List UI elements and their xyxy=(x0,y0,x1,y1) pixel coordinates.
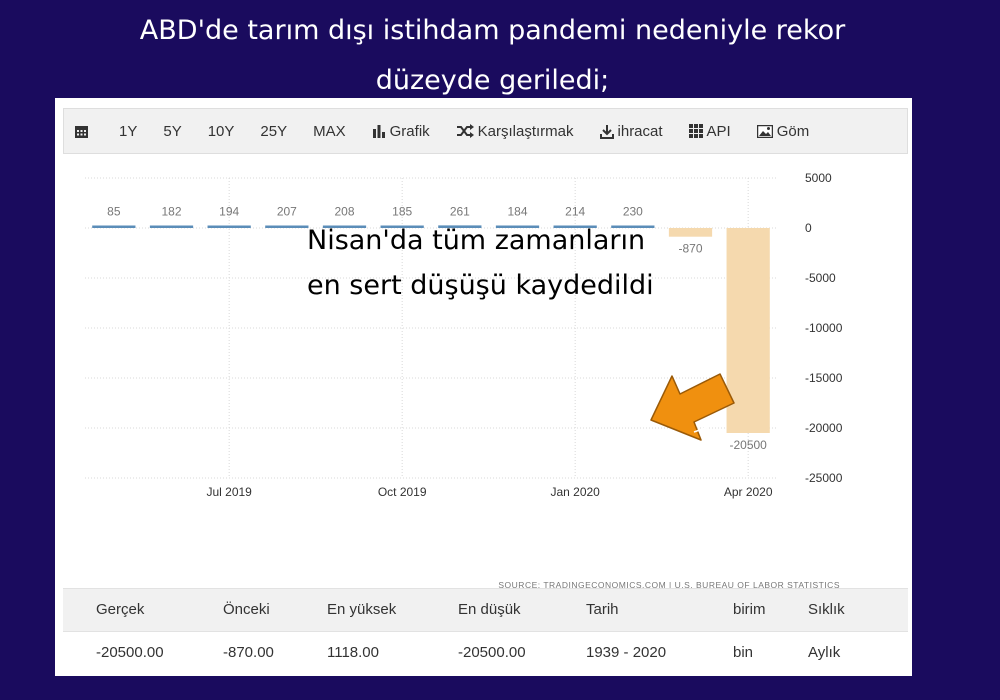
bar xyxy=(668,228,713,237)
image-icon xyxy=(756,124,773,138)
arrow-icon xyxy=(650,373,735,441)
bar xyxy=(265,225,309,228)
table-cell: -20500.00 xyxy=(96,644,164,661)
annotation-line-2: en sert düşüşü kaydedildi xyxy=(307,270,654,301)
table-cell: 1118.00 xyxy=(327,644,379,661)
range-1y-button[interactable]: 1Y xyxy=(119,123,137,140)
chart-toolbar: 1Y 5Y 10Y 25Y MAX Grafik Karşılaştırmak xyxy=(63,108,908,154)
data-label: 261 xyxy=(450,204,470,218)
data-label: 182 xyxy=(161,205,181,219)
data-label: -20500 xyxy=(729,438,767,452)
range-10y-button[interactable]: 10Y xyxy=(208,123,235,140)
table-cell: -870.00 xyxy=(223,644,274,661)
api-button[interactable]: API xyxy=(688,122,731,140)
y-tick-label: 0 xyxy=(805,221,812,235)
x-tick-label: Jul 2019 xyxy=(206,485,252,499)
y-tick-label: -15000 xyxy=(805,371,843,385)
table-row: -20500.00 -870.00 1118.00 -20500.00 1939 - 2… xyxy=(63,632,908,674)
table-cell: 1939 - 2020 xyxy=(586,644,667,661)
x-tick-label: Oct 2019 xyxy=(378,485,427,499)
stats-table: Gerçek Önceki En yüksek En düşük Tarih birim S… xyxy=(63,588,908,672)
download-icon xyxy=(599,124,614,139)
data-label: 207 xyxy=(277,205,297,219)
compare-button[interactable]: Karşılaştırmak xyxy=(456,123,574,140)
y-tick-label: -25000 xyxy=(805,471,843,485)
annotation-line-1: Nisan'da tüm zamanların xyxy=(307,225,646,256)
data-label: 184 xyxy=(507,205,527,219)
x-tick-label: Apr 2020 xyxy=(724,485,773,499)
chart-type-label: Grafik xyxy=(389,122,430,140)
chart-type-button[interactable]: Grafik xyxy=(372,123,430,140)
grid-icon xyxy=(688,124,703,138)
range-max-button[interactable]: MAX xyxy=(313,123,346,140)
range-25y-button[interactable]: 25Y xyxy=(260,123,287,140)
table-cell: Aylık xyxy=(808,644,841,661)
bar xyxy=(92,225,136,228)
table-cell: bin xyxy=(733,644,754,661)
data-label: 214 xyxy=(565,205,585,219)
bar xyxy=(207,225,251,228)
headline-line-1: ABD'de tarım dışı istihdam pandemi neden… xyxy=(139,15,846,46)
stats-table-header: Gerçek Önceki En yüksek En düşük Tarih birim S… xyxy=(63,588,908,632)
data-label: 230 xyxy=(623,205,643,219)
table-header-cell: Önceki xyxy=(223,601,270,618)
table-cell: -20500.00 xyxy=(458,644,526,661)
bar-chart-icon xyxy=(372,125,385,138)
headline: ABD'de tarım dışı istihdam pandemi neden… xyxy=(40,6,945,106)
range-5y-button[interactable]: 5Y xyxy=(163,123,181,140)
embed-label: Göm xyxy=(776,122,810,140)
y-tick-label: -5000 xyxy=(805,271,836,285)
table-header-cell: Gerçek xyxy=(96,601,145,618)
data-label: -870 xyxy=(678,242,702,256)
chart-panel: 1Y 5Y 10Y 25Y MAX Grafik Karşılaştırmak xyxy=(55,98,912,676)
export-label: ihracat xyxy=(617,122,663,140)
data-label: 208 xyxy=(334,205,354,219)
data-label: 185 xyxy=(392,205,412,219)
embed-button[interactable]: Göm xyxy=(756,122,810,140)
y-tick-label: 5000 xyxy=(805,171,832,185)
data-label: 85 xyxy=(107,205,121,219)
x-tick-label: Jan 2020 xyxy=(550,485,600,499)
table-header-cell: En düşük xyxy=(458,601,521,618)
api-label: API xyxy=(706,122,731,140)
bar xyxy=(149,225,194,228)
table-header-cell: En yüksek xyxy=(327,601,397,618)
shuffle-icon xyxy=(456,124,474,138)
y-tick-label: -10000 xyxy=(805,321,843,335)
data-label: 194 xyxy=(219,205,239,219)
compare-label: Karşılaştırmak xyxy=(477,122,574,140)
y-tick-label: -20000 xyxy=(805,421,843,435)
calendar-icon[interactable] xyxy=(74,124,93,139)
table-header-cell: Tarih xyxy=(586,601,619,618)
export-button[interactable]: ihracat xyxy=(599,122,663,140)
table-header-cell: birim xyxy=(733,601,766,618)
annotation-text: Nisan'da tüm zamanların en sert düşüşü k… xyxy=(307,218,654,308)
table-header-cell: Sıklık xyxy=(808,601,845,618)
